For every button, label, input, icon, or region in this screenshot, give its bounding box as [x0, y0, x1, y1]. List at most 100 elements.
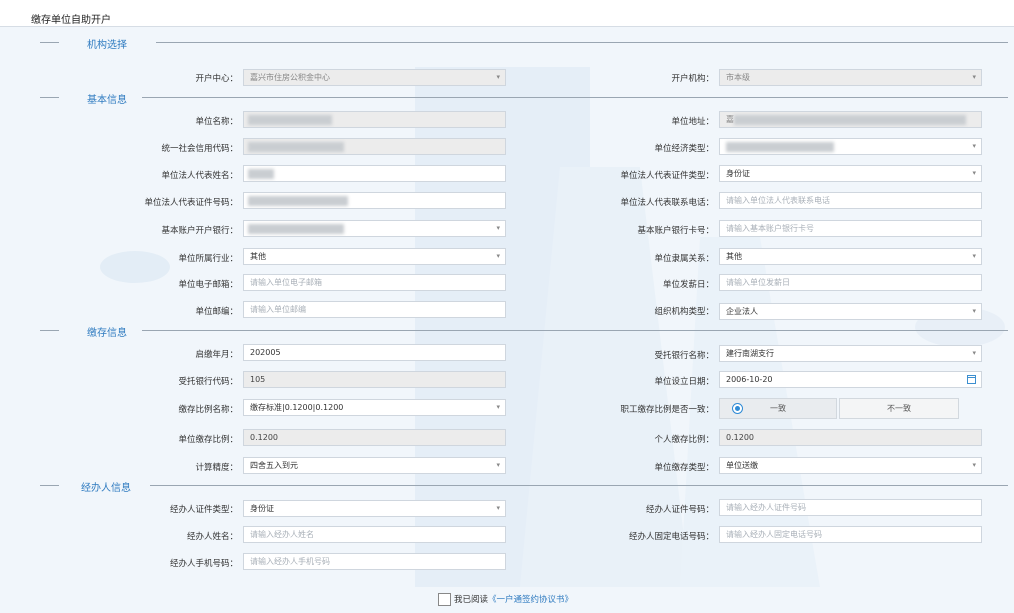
unit-ratio-field[interactable]: 0.1200 [243, 429, 506, 446]
legal-phone-field[interactable]: 请输入单位法人代表联系电话 [719, 192, 982, 209]
industry-select[interactable]: 其他 ▾ [243, 248, 506, 265]
section-title: 机构选择 [87, 40, 127, 51]
center-label: 开户中心： [195, 74, 238, 84]
redacted-text [726, 142, 834, 152]
agent-idtype-select[interactable]: 身份证 ▾ [243, 500, 506, 517]
trust-bank-value: 建行南湖支行 [726, 349, 774, 358]
payday-label: 单位发薪日： [662, 280, 714, 290]
inst-label: 开户机构： [671, 74, 714, 84]
calendar-icon[interactable] [967, 375, 976, 384]
radio-yes-label: 一致 [770, 404, 786, 413]
trust-bank-select[interactable]: 建行南湖支行 ▾ [719, 345, 982, 362]
radio-consistent-no[interactable]: 不一致 [839, 398, 959, 419]
ratio-name-label: 缴存比例名称： [178, 405, 238, 415]
radio-no-label: 不一致 [887, 404, 911, 413]
inst-value: 市本级 [726, 73, 750, 82]
unit-address-label: 单位地址： [671, 117, 714, 127]
redacted-text [248, 169, 274, 179]
ratio-name-select[interactable]: 缴存标准|0.1200|0.1200 ▾ [243, 399, 506, 416]
unit-address-field[interactable]: 嘉 [719, 111, 982, 128]
agreement-row: 我已阅读《一户通签约协议书》 [438, 593, 573, 606]
section-agent: 经办人信息 [0, 479, 1014, 494]
chevron-down-icon: ▾ [496, 73, 500, 81]
legal-idno-field[interactable] [243, 192, 506, 209]
agent-idno-label: 经办人证件号码： [645, 505, 714, 515]
section-divider [40, 42, 59, 43]
precision-label: 计算精度： [195, 463, 238, 473]
section-divider [156, 42, 1008, 43]
chevron-down-icon: ▾ [972, 142, 976, 150]
agent-idtype-value: 身份证 [250, 504, 274, 513]
trust-code-field[interactable]: 105 [243, 371, 506, 388]
chevron-down-icon: ▾ [496, 461, 500, 469]
relation-select[interactable]: 其他 ▾ [719, 248, 982, 265]
email-field[interactable]: 请输入单位电子邮箱 [243, 274, 506, 291]
top-bar: 缴存单位自助开户 [0, 0, 1014, 27]
chevron-down-icon: ▾ [496, 224, 500, 232]
personal-ratio-label: 个人缴存比例： [654, 435, 714, 445]
agent-idno-field[interactable]: 请输入经办人证件号码 [719, 499, 982, 516]
agent-tel-field[interactable]: 请输入经办人固定电话号码 [719, 526, 982, 543]
ratio-name-value: 缴存标准|0.1200|0.1200 [250, 403, 344, 412]
legal-idno-label: 单位法人代表证件号码： [144, 198, 238, 208]
payday-field[interactable]: 请输入单位发薪日 [719, 274, 982, 291]
agreement-checkbox[interactable] [438, 593, 451, 606]
agreement-link[interactable]: 《一户通签约协议书》 [488, 595, 573, 605]
industry-value: 其他 [250, 252, 266, 261]
bank-select[interactable]: ▾ [243, 220, 506, 237]
trust-bank-label: 受托银行名称： [654, 351, 714, 361]
agent-name-field[interactable]: 请输入经办人姓名 [243, 526, 506, 543]
section-deposit: 缴存信息 [0, 324, 1014, 339]
bank-label: 基本账户开户银行： [161, 226, 238, 236]
legal-idtype-select[interactable]: 身份证 ▾ [719, 165, 982, 182]
deposit-type-select[interactable]: 单位送缴 ▾ [719, 457, 982, 474]
chevron-down-icon: ▾ [496, 403, 500, 411]
section-divider [40, 485, 59, 486]
bank-card-field[interactable]: 请输入基本账户银行卡号 [719, 220, 982, 237]
redacted-text [734, 115, 966, 125]
legal-name-field[interactable] [243, 165, 506, 182]
chevron-down-icon: ▾ [972, 461, 976, 469]
agent-mobile-label: 经办人手机号码： [169, 559, 238, 569]
radio-consistent-yes[interactable]: 一致 [719, 398, 837, 419]
precision-select[interactable]: 四舍五入到元 ▾ [243, 457, 506, 474]
chevron-down-icon: ▾ [972, 169, 976, 177]
redacted-text [248, 196, 348, 206]
legal-idtype-label: 单位法人代表证件类型： [620, 171, 714, 181]
unit-name-field[interactable] [243, 111, 506, 128]
chevron-down-icon: ▾ [972, 73, 976, 81]
section-title: 经办人信息 [81, 483, 131, 494]
chevron-down-icon: ▾ [496, 252, 500, 260]
section-basic: 基本信息 [0, 91, 1014, 106]
email-label: 单位电子邮箱： [178, 280, 238, 290]
zip-field[interactable]: 请输入单位邮编 [243, 301, 506, 318]
agreement-text: 我已阅读 [454, 595, 489, 605]
section-org: 机构选择 [0, 36, 1014, 51]
legal-phone-label: 单位法人代表联系电话： [620, 198, 714, 208]
credit-code-field[interactable] [243, 138, 506, 155]
orgtype-value: 企业法人 [726, 307, 758, 316]
inst-select[interactable]: 市本级 ▾ [719, 69, 982, 86]
chevron-down-icon: ▾ [972, 252, 976, 260]
econ-type-select[interactable]: ▾ [719, 138, 982, 155]
chevron-down-icon: ▾ [496, 504, 500, 512]
credit-code-label: 统一社会信用代码： [161, 144, 238, 154]
orgtype-label: 组织机构类型： [654, 307, 714, 317]
section-title: 基本信息 [87, 95, 127, 106]
center-select[interactable]: 嘉兴市住房公积金中心 ▾ [243, 69, 506, 86]
deposit-type-value: 单位送缴 [726, 461, 758, 470]
agent-mobile-field[interactable]: 请输入经办人手机号码 [243, 553, 506, 570]
setup-date-field[interactable]: 2006-10-20 [719, 371, 982, 388]
setup-date-label: 单位设立日期： [654, 377, 714, 387]
econ-type-label: 单位经济类型： [654, 144, 714, 154]
precision-value: 四舍五入到元 [250, 461, 298, 470]
start-month-field[interactable]: 202005 [243, 344, 506, 361]
section-divider [40, 330, 59, 331]
orgtype-select[interactable]: 企业法人 ▾ [719, 303, 982, 320]
section-divider [40, 97, 59, 98]
personal-ratio-field[interactable]: 0.1200 [719, 429, 982, 446]
chevron-down-icon: ▾ [972, 349, 976, 357]
bank-card-label: 基本账户银行卡号： [637, 226, 714, 236]
agent-idtype-label: 经办人证件类型： [169, 505, 238, 515]
redacted-text [248, 224, 344, 234]
